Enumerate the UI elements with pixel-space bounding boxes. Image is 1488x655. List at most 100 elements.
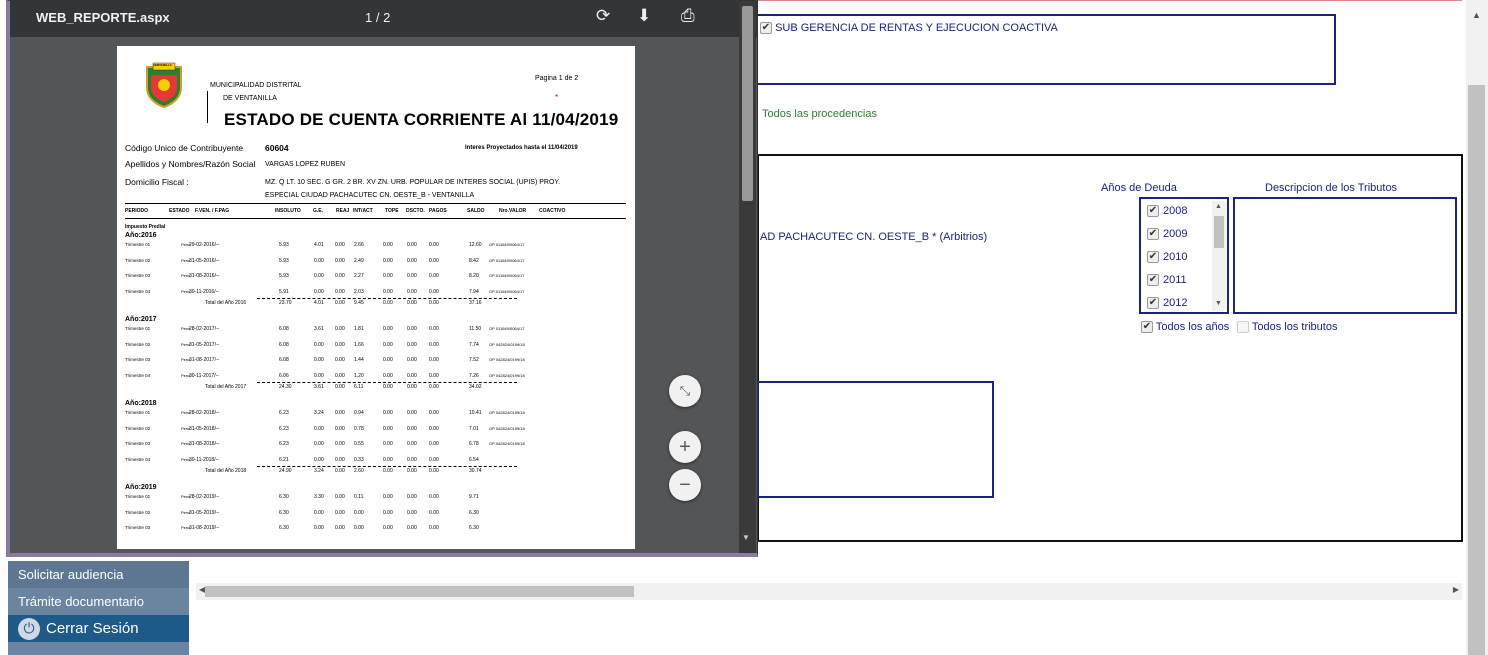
table-cell: 9.45: [354, 300, 364, 306]
checkbox-icon[interactable]: ✔: [1147, 274, 1159, 286]
checkbox-icon[interactable]: [1237, 321, 1249, 334]
year-label: 2009: [1163, 228, 1188, 240]
power-icon: ⏻: [18, 617, 40, 640]
horizontal-scrollbar[interactable]: ◀ ▶: [196, 583, 1462, 600]
checkbox-icon[interactable]: ✔: [1147, 251, 1159, 263]
table-cell: 28-02-2019/--: [189, 494, 220, 500]
zoom-out-button[interactable]: −: [669, 469, 701, 501]
table-cell: 6.21: [279, 456, 289, 463]
scroll-up-icon[interactable]: ▲: [1472, 10, 1481, 20]
table-row: Trimestre 01 Pend 28-02-2018/-- 6.23 3.24 0.0…: [117, 410, 635, 422]
document-title: WEB_REPORTE.aspx: [36, 10, 170, 25]
table-cell: 0.00: [335, 288, 345, 295]
table-cell: 0.00: [407, 494, 417, 500]
table-cell: 0.00: [335, 326, 345, 332]
checkbox-icon[interactable]: ✔: [1147, 297, 1159, 309]
table-cell: OP 042824/0199/18: [489, 425, 525, 431]
table-cell: 31-05-2016/--: [189, 257, 220, 264]
table-cell: Trimestre 03: [125, 525, 151, 530]
table-cell: 3.61: [314, 326, 324, 332]
table-cell: 0.00: [335, 372, 345, 379]
table-cell: OP 011649/0064/17: [489, 326, 525, 331]
table-cell: 0.00: [407, 425, 417, 432]
scrollbar-thumb[interactable]: [742, 6, 753, 201]
print-icon[interactable]: ⎙: [681, 6, 695, 26]
table-cell: 0.55: [354, 441, 364, 447]
table-cell: 0.00: [383, 326, 393, 332]
scrollbar-thumb[interactable]: [1468, 85, 1485, 655]
pdf-toolbar: WEB_REPORTE.aspx 1 / 2 ⟳ ⬇ ⎙: [10, 1, 757, 37]
todos-tributos-option[interactable]: Todos los tributos: [1237, 321, 1337, 334]
header-rule: [125, 218, 626, 219]
table-cell: Trimestre 04: [125, 288, 151, 294]
table-row: Trimestre 02 Pend 31-05-2018/-- 6.23 0.00 0.0…: [117, 426, 635, 438]
years-listbox[interactable]: ✔ 2008 ✔ 2009 ✔ 2010 ✔ 2011 ✔ 2012 ▲ ▼: [1139, 197, 1229, 314]
scrollbar-thumb[interactable]: [1214, 216, 1224, 248]
municipality-logo: [146, 62, 182, 109]
checkbox-icon[interactable]: ✔: [1141, 321, 1153, 334]
table-cell: 29-02-2016/--: [189, 242, 220, 248]
scroll-up-icon[interactable]: ▲: [1215, 203, 1222, 210]
checkbox-icon[interactable]: ✔: [1147, 205, 1159, 217]
table-cell: 0.00: [335, 257, 345, 264]
table-cell: Trimestre 02: [125, 341, 151, 347]
table-cell: OP 042824/0199/18: [489, 357, 525, 362]
table-cell: 37.16: [469, 300, 482, 306]
table-cell: Trimestre 01: [125, 242, 151, 247]
table-cell: 0.00: [335, 441, 345, 447]
viewer-scrollbar[interactable]: ▼: [739, 1, 756, 553]
menu-cerrar-sesion[interactable]: ⏻ Cerrar Sesión: [8, 615, 189, 642]
table-cell: 0.00: [407, 288, 417, 295]
zoom-in-button[interactable]: +: [669, 431, 701, 463]
table-cell: 7.01: [469, 425, 479, 432]
table-cell: OP 042824/0199/18: [489, 372, 525, 378]
table-cell: 5.93: [279, 273, 289, 279]
checkbox-icon[interactable]: ✔: [1147, 228, 1159, 240]
menu-item-next[interactable]: [8, 642, 189, 655]
table-cell: 30-11-2017/--: [189, 372, 219, 379]
table-row: Trimestre 01 Pend 28-02-2019/-- 6.30 3.30 0.0…: [117, 494, 635, 506]
nombre-value: VARGAS LOPEZ RUBEN: [265, 161, 346, 168]
table-cell: 0.00: [383, 372, 393, 379]
header-rule: [125, 203, 626, 204]
scroll-right-icon[interactable]: ▶: [1453, 585, 1459, 594]
table-cell: 0.00: [335, 468, 345, 474]
checkbox-icon[interactable]: ✔: [760, 22, 772, 35]
menu-solicitar-audiencia[interactable]: Solicitar audiencia: [8, 561, 189, 588]
table-cell: OP 042824/0199/18: [489, 341, 525, 347]
table-cell: 0.00: [429, 341, 439, 348]
todos-anos-option[interactable]: ✔ Todos los años: [1141, 321, 1229, 334]
table-cell: 7.52: [469, 357, 479, 363]
year-group-label: Año:2018: [125, 400, 157, 407]
download-icon[interactable]: ⬇: [637, 6, 651, 26]
property-address-item[interactable]: AD PACHACUTEC CN. OESTE_B * (Arbitrios): [760, 231, 987, 243]
table-cell: 30-11-2018/--: [189, 456, 219, 463]
table-cell: OP 042824/0199/18: [489, 441, 525, 446]
scrollbar-thumb[interactable]: [205, 586, 634, 597]
table-cell: 12.60: [469, 242, 482, 248]
table-cell: 0.00: [429, 357, 439, 363]
scroll-down-icon[interactable]: ▼: [742, 533, 750, 542]
rotate-icon[interactable]: ⟳: [596, 6, 610, 26]
fit-page-button[interactable]: ⤡: [669, 375, 701, 407]
subgerencia-option[interactable]: ✔ SUB GERENCIA DE RENTAS Y EJECUCION COA…: [760, 22, 1058, 35]
tributos-listbox[interactable]: [1233, 197, 1457, 314]
table-row: Trimestre 01 Pend 29-02-2016/-- 5.93 4.01 0.0…: [117, 242, 635, 254]
page-scrollbar[interactable]: ▲: [1466, 0, 1488, 655]
table-cell: 0.00: [354, 525, 364, 531]
table-cell: 0.00: [314, 525, 324, 531]
table-cell: 0.00: [314, 456, 324, 463]
menu-tramite-documentario[interactable]: Trámite documentario: [8, 588, 189, 615]
table-row: Trimestre 02 Pend 31-05-2016/-- 5.93 0.00 0.0…: [117, 258, 635, 270]
table-cell: 0.00: [429, 425, 439, 432]
table-cell: 3.30: [314, 494, 324, 500]
table-cell: 0.00: [407, 410, 417, 416]
table-cell: 8.20: [469, 273, 479, 279]
table-cell: 0.00: [429, 494, 439, 500]
descripcion-tributos-label: Descripcion de los Tributos: [1265, 182, 1398, 194]
table-cell: 0.00: [407, 273, 417, 279]
table-cell: 0.00: [335, 341, 345, 348]
years-scrollbar[interactable]: ▲ ▼: [1212, 201, 1226, 311]
table-cell: 5.91: [279, 288, 289, 295]
scroll-down-icon[interactable]: ▼: [1215, 300, 1222, 307]
